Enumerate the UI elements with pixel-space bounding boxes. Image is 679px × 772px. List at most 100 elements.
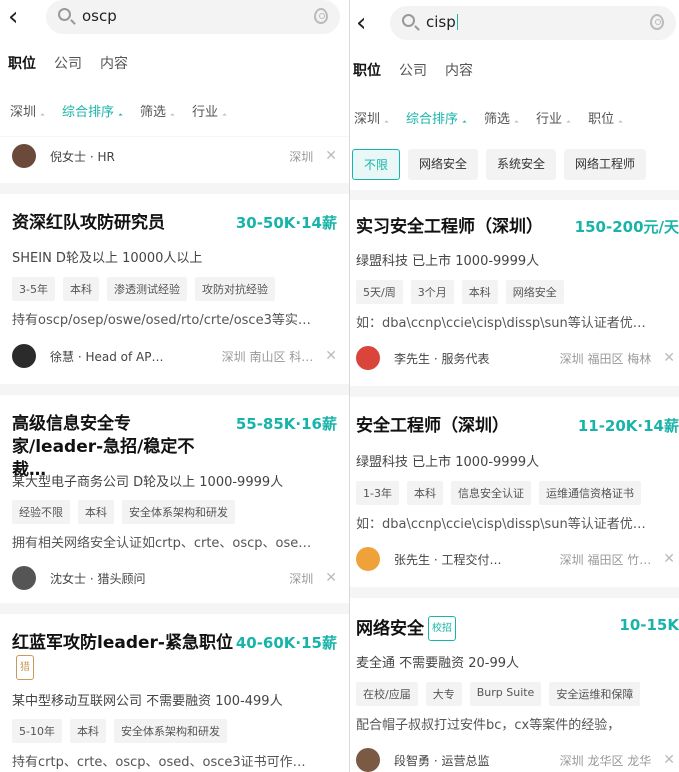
filter-screen[interactable]: 筛选	[140, 101, 174, 120]
job-location: 深圳 龙华区 龙华	[559, 753, 652, 768]
filter-sort[interactable]: 综合排序	[406, 108, 466, 127]
search-input[interactable]: oscp	[46, 0, 340, 34]
job-tags: 5-10年 本科 安全体系架构和研发	[12, 719, 227, 743]
job-card[interactable]: 安全工程师（深圳） 11-20K·14薪 绿盟科技 已上市 1000-9999人…	[350, 397, 679, 587]
job-card[interactable]: 资深红队攻防研究员 30-50K·14薪 SHEIN D轮及以上 10000人以…	[0, 194, 349, 384]
left-search-screen: ‹ oscp 职位 公司 内容 深圳 综合排序 筛选 行业 倪女士 · HR 深…	[0, 0, 349, 772]
tag: 本科	[78, 500, 114, 524]
job-tags: 5天/周 3个月 本科 网络安全	[356, 280, 564, 304]
hr-name: 倪女士 · HR	[50, 149, 115, 164]
job-description: 持有crtp、crte、oscp、osed、osce3证书可作…	[12, 755, 306, 770]
tag: Burp Suite	[469, 682, 542, 706]
company-info: SHEIN D轮及以上 10000人以上	[12, 251, 203, 266]
tag: 在校/应届	[356, 682, 418, 706]
filter-city[interactable]: 深圳	[10, 101, 44, 120]
tab-companies[interactable]: 公司	[399, 60, 427, 80]
filter-screen[interactable]: 筛选	[484, 108, 518, 127]
company-info: 绿盟科技 已上市 1000-9999人	[356, 254, 540, 269]
job-description: 配合帽子叔叔打过安件bc，cx等案件的经验，	[356, 718, 621, 733]
filter-position[interactable]: 职位	[588, 108, 622, 127]
chip-network-security[interactable]: 网络安全	[408, 149, 479, 180]
job-title-text: 红蓝军攻防leader-紧急职位	[12, 633, 233, 653]
location-pin-icon[interactable]	[314, 8, 328, 24]
chip-all[interactable]: 不限	[352, 149, 401, 180]
avatar	[12, 344, 36, 368]
job-description: 持有oscp/osep/oswe/osed/rto/crte/osce3等实…	[12, 313, 311, 328]
close-icon[interactable]: ✕	[325, 570, 337, 586]
tab-jobs[interactable]: 职位	[353, 60, 381, 80]
search-icon	[402, 14, 415, 27]
company-info: 某中型移动互联网公司 不需要融资 100-499人	[12, 694, 283, 709]
close-icon[interactable]: ✕	[663, 551, 675, 567]
close-icon[interactable]: ✕	[325, 148, 337, 164]
company-info: 某大型电子商务公司 D轮及以上 1000-9999人	[12, 475, 284, 490]
search-icon	[58, 8, 71, 21]
job-description: 如：dba\ccnp\ccie\cisp\dissp\sun等认证者优…	[356, 316, 646, 331]
recruiter-row: 李先生 · 服务代表 深圳 福田区 梅林 ✕	[356, 346, 675, 370]
tag: 网络安全	[505, 280, 564, 304]
job-card[interactable]: 网络安全 校招 10-15K 麦全通 不需要融资 20-99人 在校/应届 大专 …	[350, 598, 679, 772]
headhunter-badge: 猎	[16, 655, 34, 680]
tag: 本科	[461, 280, 498, 304]
job-salary: 11-20K·14薪	[577, 417, 679, 435]
tab-content[interactable]: 内容	[445, 60, 473, 80]
tag: 1-3年	[356, 481, 399, 505]
category-chips: 不限 网络安全 系统安全 网络工程师	[352, 149, 647, 180]
job-tags: 1-3年 本科 信息安全认证 运维通信资格证书	[356, 481, 641, 505]
left-header: ‹ oscp 职位 公司 内容 深圳 综合排序 筛选 行业	[0, 0, 349, 136]
tag: 3-5年	[12, 277, 55, 301]
recruiter-name: 李先生 · 服务代表	[394, 351, 490, 366]
job-card[interactable]: 红蓝军攻防leader-紧急职位猎 40-60K·15薪 某中型移动互联网公司 …	[0, 614, 349, 772]
filter-bar: 深圳 综合排序 筛选 行业 职位	[354, 108, 622, 127]
avatar	[356, 748, 380, 772]
job-description: 拥有相关网络安全认证如crtp、crte、oscp、ose…	[12, 536, 312, 551]
avatar	[356, 346, 380, 370]
text-caret	[456, 14, 458, 30]
filter-industry[interactable]: 行业	[536, 108, 570, 127]
tag: 攻防对抗经验	[194, 277, 275, 301]
close-icon[interactable]: ✕	[663, 350, 675, 366]
search-query[interactable]: cisp	[426, 13, 458, 31]
back-chevron-icon[interactable]: ‹	[8, 4, 18, 30]
filter-industry[interactable]: 行业	[192, 101, 226, 120]
hr-city: 深圳	[289, 149, 314, 164]
close-icon[interactable]: ✕	[663, 752, 675, 768]
tag: 本科	[69, 719, 106, 743]
search-query[interactable]: oscp	[82, 7, 117, 25]
job-tags: 3-5年 本科 渗透测试经验 攻防对抗经验	[12, 277, 275, 301]
company-info: 麦全通 不需要融资 20-99人	[356, 656, 520, 671]
close-icon[interactable]: ✕	[325, 348, 337, 364]
recruiter-row: 张先生 · 工程交付… 深圳 福田区 竹… ✕	[356, 547, 675, 571]
back-chevron-icon[interactable]: ‹	[356, 10, 366, 36]
tag: 本科	[62, 277, 99, 301]
tag: 3个月	[410, 280, 454, 304]
tab-jobs[interactable]: 职位	[8, 53, 36, 73]
recruiter-name: 徐慧 · Head of AP…	[50, 349, 164, 364]
avatar	[12, 144, 36, 168]
recruiter-row: 段智勇 · 运营总监 深圳 龙华区 龙华 ✕	[356, 748, 675, 772]
tab-companies[interactable]: 公司	[54, 53, 82, 73]
job-card[interactable]: 实习安全工程师（深圳） 150-200元/天 绿盟科技 已上市 1000-999…	[350, 200, 679, 386]
filter-city[interactable]: 深圳	[354, 108, 388, 127]
search-input[interactable]: cisp	[390, 6, 676, 40]
job-title: 网络安全 校招	[356, 616, 456, 641]
tab-content[interactable]: 内容	[100, 53, 128, 73]
tag: 运维通信资格证书	[538, 481, 641, 505]
job-location: 深圳	[289, 571, 314, 586]
tag: 信息安全认证	[450, 481, 531, 505]
job-salary: 30-50K·14薪	[235, 214, 337, 232]
job-card[interactable]: 高级信息安全专家/leader-急招/稳定不裁… 55-85K·16薪 某大型电…	[0, 395, 349, 603]
filter-bar: 深圳 综合排序 筛选 行业	[10, 101, 226, 120]
location-pin-icon[interactable]	[650, 14, 664, 30]
chip-system-security[interactable]: 系统安全	[486, 149, 557, 180]
job-title: 红蓝军攻防leader-紧急职位猎	[12, 632, 236, 680]
recruiter-name: 段智勇 · 运营总监	[394, 753, 490, 768]
result-tabs: 职位 公司 内容	[8, 53, 128, 73]
search-query-text: cisp	[426, 13, 456, 31]
result-tabs: 职位 公司 内容	[353, 60, 473, 80]
filter-sort[interactable]: 综合排序	[62, 101, 122, 120]
hr-card[interactable]: 倪女士 · HR 深圳 ✕	[0, 137, 349, 183]
chip-network-engineer[interactable]: 网络工程师	[564, 149, 647, 180]
job-location: 深圳 福田区 竹…	[559, 552, 652, 567]
job-description: 如：dba\ccnp\ccie\cisp\dissp\sun等认证者优…	[356, 517, 646, 532]
